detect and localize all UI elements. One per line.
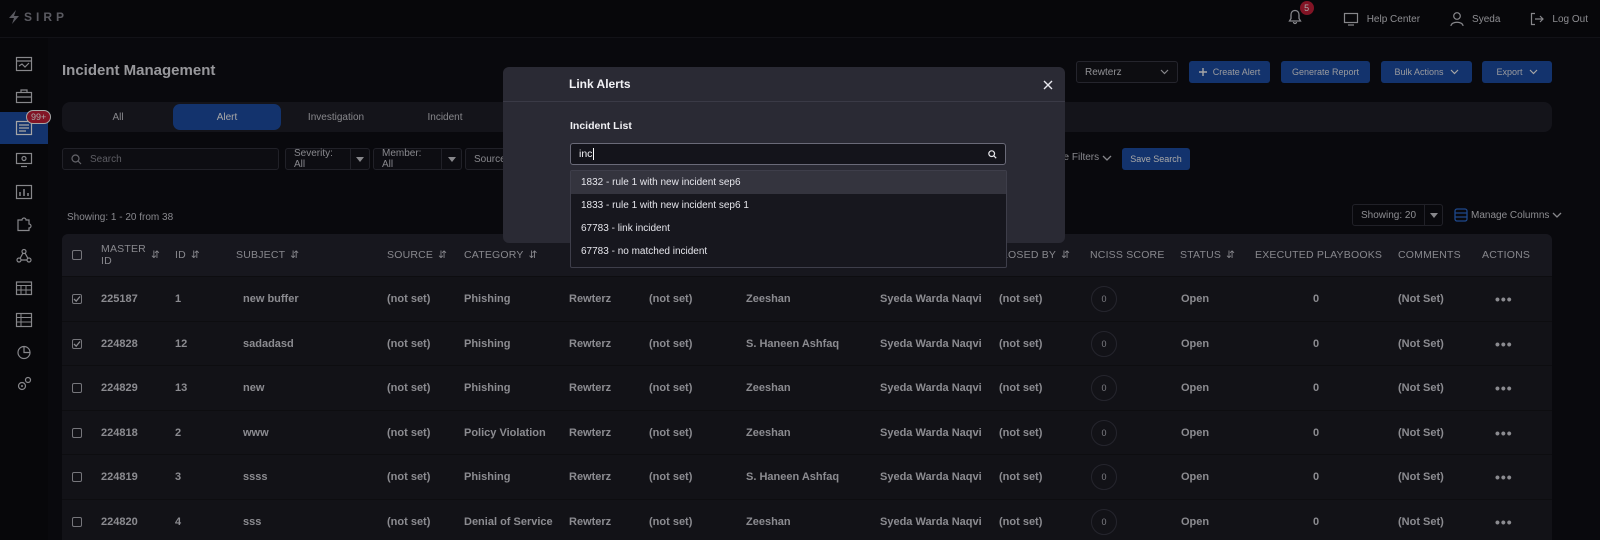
modal-title: Link Alerts	[569, 77, 631, 91]
close-icon	[1043, 80, 1053, 90]
incident-search-input[interactable]: inc	[570, 143, 1006, 165]
incident-option[interactable]: 67783 - link incident	[571, 217, 1006, 240]
incident-option[interactable]: 1833 - rule 1 with new incident sep6 1	[571, 194, 1006, 217]
text-cursor	[593, 148, 595, 161]
incident-search-value-wrap: inc	[579, 147, 595, 161]
incident-options-dropdown: 1832 - rule 1 with new incident sep6 183…	[570, 170, 1007, 268]
incident-list-label: Incident List	[570, 120, 632, 132]
close-button[interactable]	[1043, 77, 1053, 95]
incident-option[interactable]: 67783 - no matched incident	[571, 240, 1006, 263]
incident-option[interactable]: 1832 - rule 1 with new incident sep6	[571, 171, 1006, 194]
divider	[503, 101, 1065, 102]
incident-search-value: inc	[579, 147, 593, 160]
search-icon	[988, 149, 997, 159]
